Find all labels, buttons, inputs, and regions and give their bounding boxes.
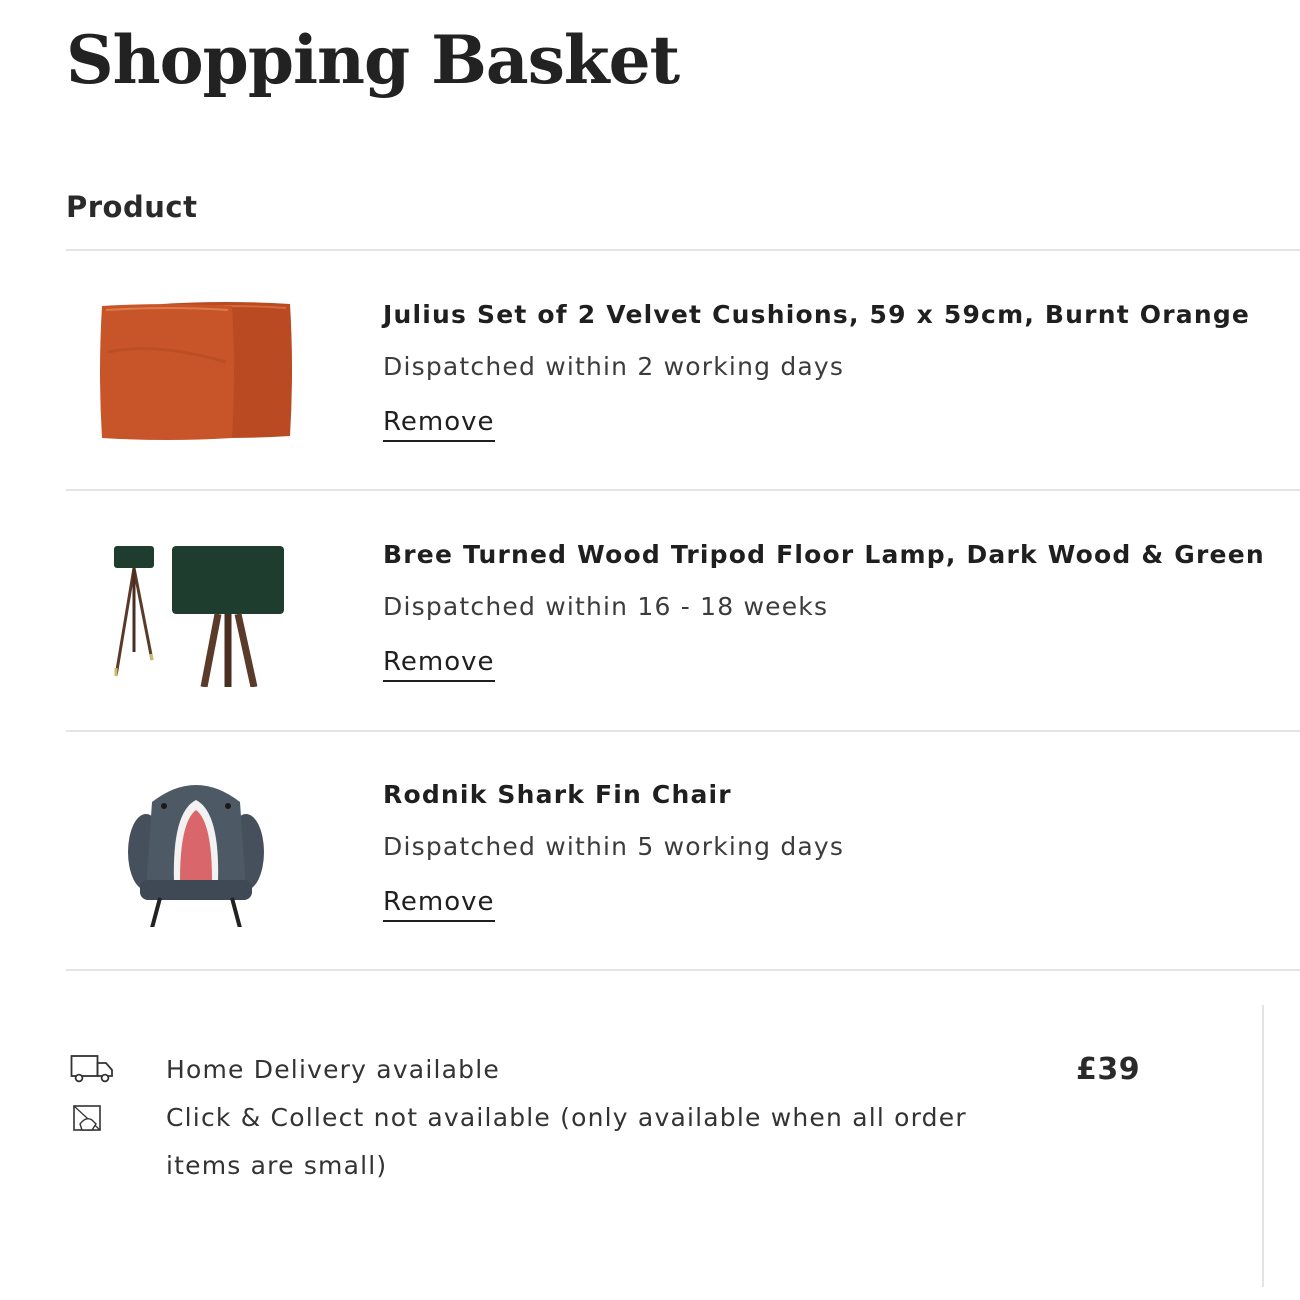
delivery-price: £39 xyxy=(1076,1052,1141,1087)
summary-divider xyxy=(1262,1005,1264,1287)
basket-item-floor-lamp: Bree Turned Wood Tripod Floor Lamp, Dark… xyxy=(66,490,1300,730)
floor-lamp-image xyxy=(96,532,296,687)
truck-icon xyxy=(70,1055,113,1083)
cushions-image xyxy=(96,292,296,447)
product-name[interactable]: Bree Turned Wood Tripod Floor Lamp, Dark… xyxy=(383,538,1265,572)
dispatch-info: Dispatched within 16 - 18 weeks xyxy=(383,592,829,621)
product-name[interactable]: Julius Set of 2 Velvet Cushions, 59 x 59… xyxy=(383,298,1250,332)
remove-button[interactable]: Remove xyxy=(383,406,495,442)
click-collect-icon xyxy=(73,1105,101,1131)
product-name[interactable]: Rodnik Shark Fin Chair xyxy=(383,778,732,812)
basket-item-shark-chair: Rodnik Shark Fin Chair Dispatched within… xyxy=(66,730,1300,970)
home-delivery-text: Home Delivery available xyxy=(166,1055,500,1084)
delivery-info: Home Delivery available Click & Collect … xyxy=(66,1040,1066,1200)
product-column-header: Product xyxy=(66,190,198,224)
remove-button[interactable]: Remove xyxy=(383,886,495,922)
shark-chair-image xyxy=(96,772,296,927)
dispatch-info: Dispatched within 2 working days xyxy=(383,352,845,381)
click-collect-text: Click & Collect not available (only avai… xyxy=(166,1103,967,1180)
basket-item-cushions: Julius Set of 2 Velvet Cushions, 59 x 59… xyxy=(66,250,1300,490)
remove-button[interactable]: Remove xyxy=(383,646,495,682)
dispatch-info: Dispatched within 5 working days xyxy=(383,832,845,861)
divider xyxy=(66,969,1300,971)
page-title: Shopping Basket xyxy=(66,21,680,99)
